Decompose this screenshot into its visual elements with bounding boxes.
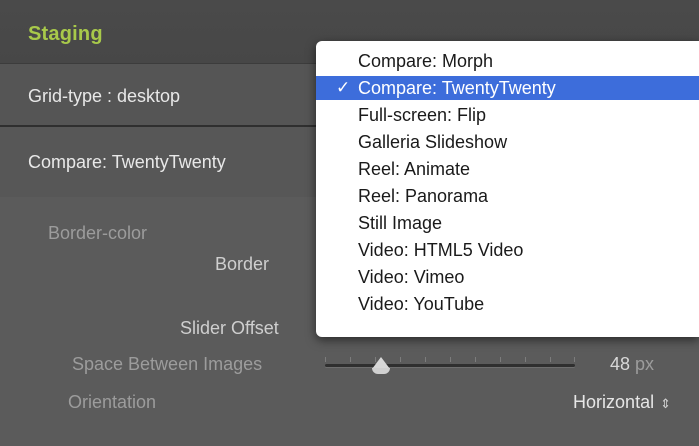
menu-item[interactable]: Video: Vimeo [316,265,699,289]
menu-item[interactable]: Video: YouTube [316,292,699,316]
menu-item-label: Compare: Morph [358,51,494,71]
menu-item-label: Still Image [358,213,443,233]
menu-item-selected[interactable]: ✓ Compare: TwentyTwenty [316,76,699,100]
menu-item[interactable]: Full-screen: Flip [316,103,699,127]
staging-panel: Staging Grid-type : desktop Compare: Twe… [0,0,699,446]
space-between-label: Space Between Images [72,354,263,374]
menu-item-label: Video: YouTube [358,294,485,314]
menu-item-label: Reel: Panorama [358,186,489,206]
menu-item[interactable]: Compare: Morph [316,49,699,73]
orientation-value: Horizontal [573,392,655,412]
space-between-value[interactable]: 48 px [610,354,654,375]
slider-track[interactable] [325,364,575,367]
orientation-select[interactable]: Horizontal ⇕ [573,392,671,413]
updown-arrows-icon: ⇕ [660,396,671,411]
border-color-label: Border-color [48,223,148,243]
menu-item-label: Reel: Animate [358,159,471,179]
panel-title: Staging [28,23,103,45]
space-between-number: 48 [610,354,631,374]
compare-style-dropdown-menu: Compare: Morph ✓ Compare: TwentyTwenty Fu… [316,41,699,337]
menu-item[interactable]: Galleria Slideshow [316,130,699,154]
slider-ticks [325,357,575,364]
slider-offset-label: Slider Offset [180,318,279,338]
grid-type-label: Grid-type : desktop [28,86,181,106]
menu-item-label: Compare: TwentyTwenty [358,78,556,98]
menu-item[interactable]: Video: HTML5 Video [316,238,699,262]
orientation-label: Orientation [68,392,157,412]
slider-thumb-base[interactable] [372,368,390,374]
menu-item[interactable]: Still Image [316,211,699,235]
border-label: Border [215,254,270,274]
space-between-slider[interactable] [325,357,575,374]
compare-style-label: Compare: TwentyTwenty [28,152,226,172]
space-between-unit: px [630,354,655,374]
menu-item-label: Video: Vimeo [358,267,465,287]
menu-item[interactable]: Reel: Animate [316,157,699,181]
menu-item-label: Full-screen: Flip [358,105,487,125]
checkmark-icon: ✓ [336,78,351,97]
menu-item-label: Galleria Slideshow [358,132,508,152]
menu-item[interactable]: Reel: Panorama [316,184,699,208]
menu-item-label: Video: HTML5 Video [358,240,524,260]
